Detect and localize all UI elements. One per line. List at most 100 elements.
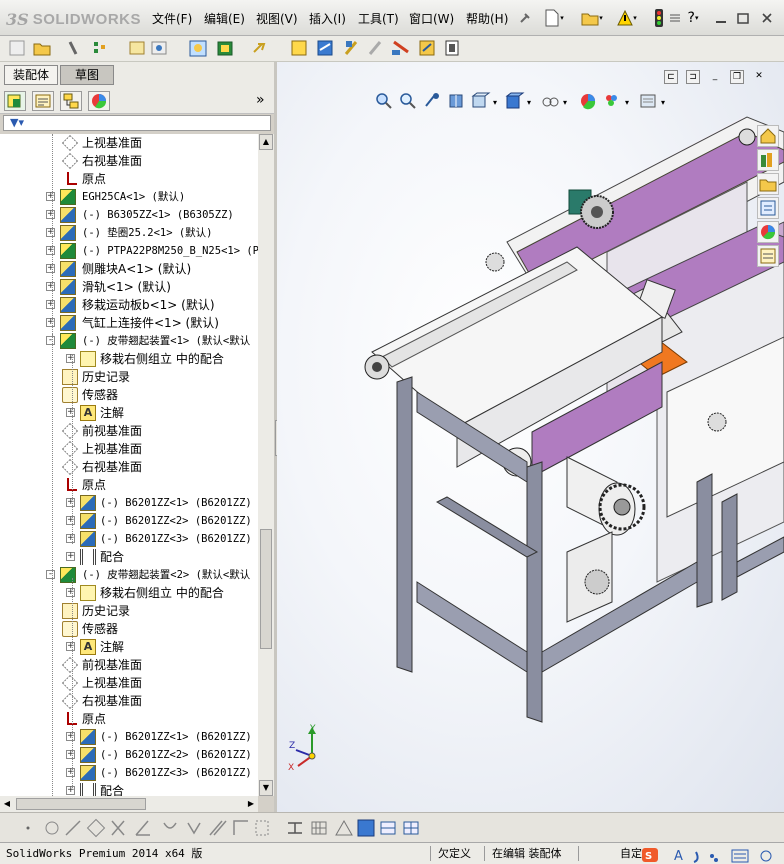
menu-file[interactable]: 文件(F) (152, 10, 192, 27)
zoom-to-area-icon[interactable] (399, 92, 417, 110)
tree-row[interactable]: 历史记录 (0, 602, 258, 620)
display-style-icon[interactable]: ▾ (505, 92, 535, 110)
tree-row[interactable]: + EGH25CA<1> (默认) (0, 188, 258, 206)
options-icon[interactable] (668, 8, 682, 28)
propertymanager-icon[interactable] (32, 91, 54, 111)
tree-row[interactable]: + 移栽右侧组立 中的配合 (0, 350, 258, 368)
custom-properties-icon[interactable] (757, 245, 779, 267)
expand-icon[interactable]: + (66, 588, 75, 597)
scroll-up-icon[interactable]: ▲ (259, 134, 273, 150)
tree-row[interactable]: + 移栽右侧组立 中的配合 (0, 584, 258, 602)
expand-icon[interactable]: + (66, 732, 75, 741)
expand-icon[interactable]: + (66, 354, 75, 363)
ime-toolbar-icons[interactable]: S A (640, 844, 780, 864)
tree-row[interactable]: - (-) 皮带翘起装置<2> (默认<默认 (0, 566, 258, 584)
tree-row[interactable]: 右视基准面 (0, 692, 258, 710)
appearances-icon[interactable] (757, 221, 779, 243)
scroll-h-thumb[interactable] (16, 798, 146, 810)
view-settings-icon[interactable]: ▾ (639, 92, 669, 110)
menu-view[interactable]: 视图(V) (256, 10, 298, 27)
tab-assembly[interactable]: 装配体 (4, 65, 58, 85)
view-palette-icon[interactable] (757, 197, 779, 219)
section-view-icon[interactable] (447, 92, 465, 110)
help-icon[interactable]: ? ▾ (682, 8, 704, 28)
menu-edit[interactable]: 编辑(E) (204, 10, 245, 27)
viewport-close-icon[interactable]: ✕ (752, 70, 766, 84)
close-icon[interactable] (760, 8, 774, 28)
tree-horizontal-scrollbar[interactable]: ◀ ▶ (0, 796, 258, 812)
open-folder-icon[interactable]: ▾ (578, 8, 606, 28)
scroll-left-icon[interactable]: ◀ (0, 797, 14, 811)
tree-row[interactable]: + (-) 垫圈25.2<1> (默认) (0, 224, 258, 242)
rebuild-warning-icon[interactable]: ▾ (614, 8, 640, 28)
tree-row[interactable]: + 侧雕块A<1> (默认) (0, 260, 258, 278)
tree-row[interactable]: 原点 (0, 170, 258, 188)
tree-row[interactable]: 右视基准面 (0, 458, 258, 476)
tree-row[interactable]: + (-) B6201ZZ<1> (B6201ZZ) (0, 728, 258, 746)
tree-row[interactable]: + (-) B6201ZZ<3> (B6201ZZ) (0, 530, 258, 548)
expand-icon[interactable]: + (46, 246, 55, 255)
menu-window[interactable]: 窗口(W) (409, 10, 454, 27)
hide-show-items-icon[interactable]: ▾ (541, 92, 571, 110)
tree-vertical-scrollbar[interactable]: ▲ ▼ (258, 134, 274, 796)
viewport-split2-icon[interactable]: ⊐ (686, 70, 700, 84)
restore-icon[interactable] (736, 8, 750, 28)
tree-row[interactable]: + 滑轨<1> (默认) (0, 278, 258, 296)
expand-icon[interactable]: + (46, 300, 55, 309)
menu-help[interactable]: 帮助(H) (466, 10, 508, 27)
tree-row[interactable]: + (-) B6305ZZ<1> (B6305ZZ) (0, 206, 258, 224)
assembly-model[interactable] (277, 62, 784, 812)
expand-icon[interactable]: + (46, 282, 55, 291)
expand-icon[interactable]: + (66, 750, 75, 759)
expand-icon[interactable]: + (46, 228, 55, 237)
collapse-icon[interactable]: - (46, 570, 55, 579)
tree-row[interactable]: + A 注解 (0, 404, 258, 422)
solidworks-resources-icon[interactable] (757, 125, 779, 147)
pin-icon[interactable] (516, 8, 534, 28)
scroll-thumb[interactable] (260, 529, 272, 649)
expand-icon[interactable]: + (66, 642, 75, 651)
expand-icon[interactable]: + (66, 408, 75, 417)
expand-panel-icon[interactable]: » (256, 92, 265, 108)
expand-icon[interactable]: + (66, 786, 75, 795)
new-document-icon[interactable]: ▾ (542, 8, 566, 28)
tree-row[interactable]: 传感器 (0, 620, 258, 638)
expand-icon[interactable]: + (46, 210, 55, 219)
edit-appearance-icon[interactable] (579, 92, 597, 110)
previous-view-icon[interactable] (423, 92, 441, 110)
tree-row[interactable]: + 配合 (0, 548, 258, 566)
expand-icon[interactable]: + (66, 552, 75, 561)
tree-row[interactable]: 原点 (0, 476, 258, 494)
tree-row[interactable]: 上视基准面 (0, 134, 258, 152)
tree-row[interactable]: + 气缸上连接件<1> (默认) (0, 314, 258, 332)
expand-icon[interactable]: + (46, 192, 55, 201)
expand-icon[interactable]: + (66, 516, 75, 525)
tree-row[interactable]: + (-) B6201ZZ<2> (B6201ZZ) (0, 512, 258, 530)
expand-icon[interactable]: + (66, 768, 75, 777)
featuremanager-tree-icon[interactable] (4, 91, 26, 111)
tree-row[interactable]: 历史记录 (0, 368, 258, 386)
tab-sketch[interactable]: 草图 (60, 65, 114, 85)
tree-row[interactable]: 原点 (0, 710, 258, 728)
tree-row[interactable]: 上视基准面 (0, 674, 258, 692)
scroll-down-icon[interactable]: ▼ (259, 780, 273, 796)
configurationmanager-icon[interactable] (60, 91, 82, 111)
zoom-to-fit-icon[interactable] (375, 92, 393, 110)
tree-row[interactable]: 前视基准面 (0, 656, 258, 674)
tree-row[interactable]: 前视基准面 (0, 422, 258, 440)
tree-row[interactable]: + 移栽运动板b<1> (默认) (0, 296, 258, 314)
viewport-restore-icon[interactable]: ❐ (730, 70, 744, 84)
tree-row[interactable]: + (-) B6201ZZ<3> (B6201ZZ) (0, 764, 258, 782)
display-manager-icon[interactable] (88, 91, 110, 111)
expand-icon[interactable]: + (66, 498, 75, 507)
file-explorer-icon[interactable] (757, 173, 779, 195)
tree-row[interactable]: 传感器 (0, 386, 258, 404)
minimize-icon[interactable] (714, 8, 728, 28)
tree-row[interactable]: + (-) B6201ZZ<1> (B6201ZZ) (0, 494, 258, 512)
scroll-right-icon[interactable]: ▶ (244, 797, 258, 811)
viewport-split-icon[interactable]: ⊏ (664, 70, 678, 84)
view-orientation-icon[interactable]: ▾ (471, 92, 501, 110)
tree-row[interactable]: + A 注解 (0, 638, 258, 656)
tree-row[interactable]: + 配合 (0, 782, 258, 796)
viewport-minimize-icon[interactable]: _ (708, 70, 722, 84)
